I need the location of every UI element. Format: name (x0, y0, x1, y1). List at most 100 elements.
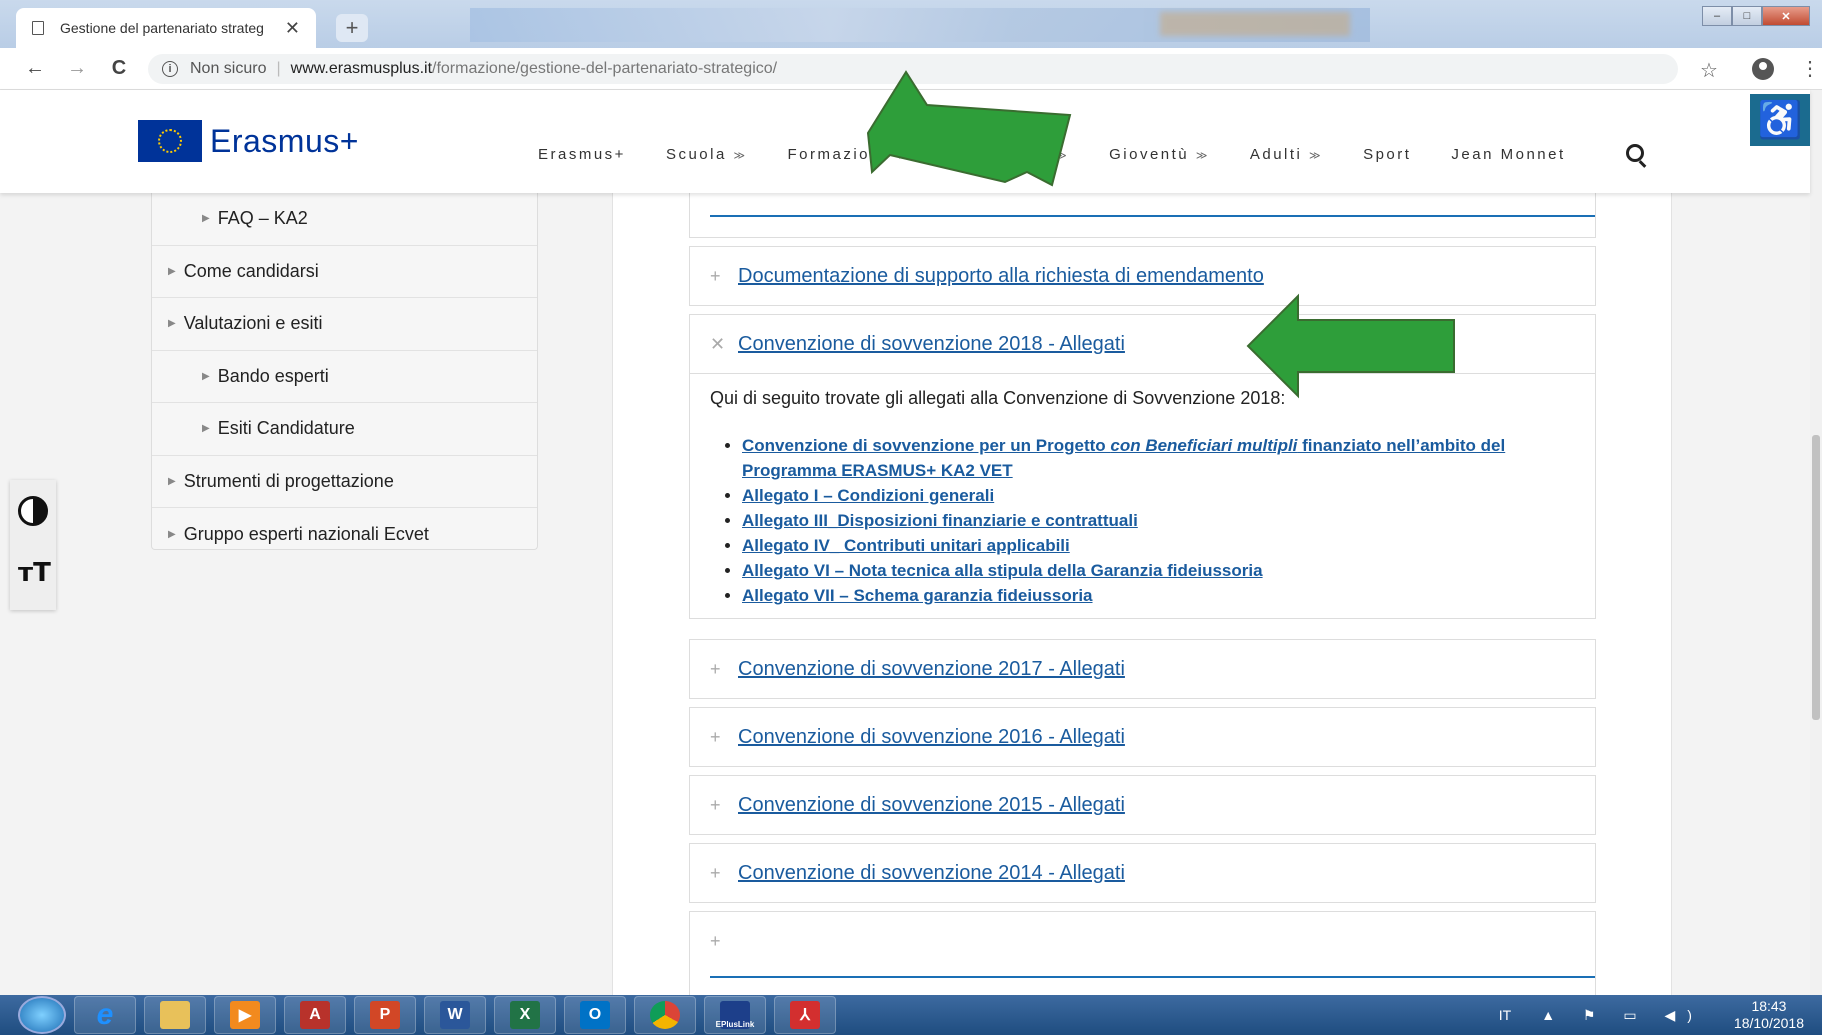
accordion-header[interactable]: + Convenzione di sovvenzione 2015 - Alle… (690, 776, 1595, 834)
ie-icon: e (96, 998, 114, 1031)
nav-item-sport[interactable]: Sport (1363, 146, 1411, 163)
attachment-link[interactable]: Allegato VII – Schema garanzia fideiusso… (742, 583, 1575, 608)
accordion-item[interactable]: + Convenzione di sovvenzione 2014 - Alle… (689, 843, 1596, 903)
scrollbar-thumb[interactable] (1812, 435, 1820, 720)
sidebar-item-strumenti[interactable]: ▶ Strumenti di progettazione (152, 456, 537, 508)
nav-item-universita[interactable]: Uni ≫ (952, 146, 1069, 163)
attachment-link[interactable]: Allegato VI – Nota tecnica alla stipula … (742, 558, 1575, 583)
background-window-titlebar (470, 8, 1370, 42)
sidebar-item-label: Esiti Candidature (217, 418, 355, 439)
plus-icon: + (710, 658, 721, 679)
plus-icon: + (710, 930, 721, 951)
accordion-title[interactable]: Convenzione di sovvenzione 2015 - Allega… (738, 794, 1125, 817)
erasmus-logo[interactable]: Erasmus+ (138, 120, 359, 162)
epluslink-icon: EPlusLink (716, 1001, 754, 1029)
attachments-list: Convenzione di sovvenzione per un Proget… (710, 433, 1575, 608)
nav-label: Uni (952, 146, 983, 163)
nav-item-jean-monnet[interactable]: Jean Monnet (1451, 146, 1565, 163)
accordion-item[interactable]: + Documentazione di supporto alla richie… (689, 246, 1596, 306)
caret-right-icon: ▶ (202, 423, 210, 435)
accordion-item[interactable]: + Convenzione di sovvenzione 2017 - Alle… (689, 639, 1596, 699)
nav-item-erasmus[interactable]: Erasmus+ (538, 146, 626, 163)
browser-tab[interactable]: Gestione del partenariato strateg ✕ (16, 8, 316, 48)
page-scrollbar[interactable] (1810, 90, 1822, 995)
attachment-link[interactable]: Convenzione di sovvenzione per un Proget… (742, 433, 1575, 483)
chevron-down-icon: ≫ (1195, 150, 1210, 162)
tray-icons[interactable]: ▲ ⚑ ▭ ◀) (1541, 1007, 1704, 1024)
info-icon[interactable]: i (162, 61, 178, 77)
sidebar-item-valutazioni[interactable]: ▶ Valutazioni e esiti (152, 298, 537, 351)
sidebar-menu: ▶ FAQ – KA2 ▶ Come candidarsi ▶ Valutazioni… (151, 193, 538, 550)
accordion-header[interactable]: + (690, 912, 1595, 970)
accordion-header[interactable]: + Convenzione di sovvenzione 2016 - Alle… (690, 708, 1595, 766)
taskbar-outlook[interactable]: O (564, 996, 626, 1034)
site-header: Erasmus+ Erasmus+ Scuola ≫ Formazione ≫ … (0, 90, 1810, 193)
taskbar-access[interactable]: A (284, 996, 346, 1034)
attachment-link[interactable]: Allegato IV_ Contributi unitari applicab… (742, 533, 1575, 558)
sidebar-item-faq-ka2[interactable]: ▶ FAQ – KA2 (152, 193, 537, 246)
address-bar[interactable]: i Non sicuro | www.erasmusplus.it/formaz… (148, 54, 1678, 84)
nav-item-gioventu[interactable]: Gioventù ≫ (1109, 146, 1210, 163)
taskbar-excel[interactable]: X (494, 996, 556, 1034)
accordion-title[interactable]: Documentazione di supporto alla richiest… (738, 265, 1264, 288)
browser-menu-icon[interactable]: ⋮ (1800, 56, 1820, 81)
taskbar-explorer[interactable] (144, 996, 206, 1034)
plus-icon: + (710, 265, 721, 286)
taskbar-media[interactable]: ▶ (214, 996, 276, 1034)
language-indicator[interactable]: IT (1499, 1007, 1511, 1023)
tab-close-icon[interactable]: ✕ (285, 18, 300, 39)
eu-stars (158, 129, 182, 153)
bookmark-star-icon[interactable]: ☆ (1700, 58, 1718, 83)
text-size-icon[interactable]: тT (18, 558, 51, 588)
taskbar-word[interactable]: W (424, 996, 486, 1034)
accordion-header[interactable]: + Convenzione di sovvenzione 2017 - Alle… (690, 640, 1595, 698)
accordion-header[interactable]: + Documentazione di supporto alla richie… (690, 247, 1595, 305)
accordion-item[interactable]: + Convenzione di sovvenzione 2016 - Alle… (689, 707, 1596, 767)
accordion-item-next[interactable]: + (689, 911, 1596, 995)
sidebar-item-ecvet[interactable]: ▶ Gruppo esperti nazionali Ecvet (152, 508, 537, 561)
accordion-title[interactable]: Convenzione di sovvenzione 2014 - Allega… (738, 862, 1125, 885)
accordion-item[interactable]: + Convenzione di sovvenzione 2015 - Alle… (689, 775, 1596, 835)
sidebar-item-esiti-candidature[interactable]: ▶ Esiti Candidature (152, 403, 537, 456)
accordion-item-expanded[interactable]: ✕ Convenzione di sovvenzione 2018 - Alle… (689, 314, 1596, 619)
nav-item-adulti[interactable]: Adulti ≫ (1250, 146, 1323, 163)
taskbar-acrobat[interactable]: ⅄ (774, 996, 836, 1034)
taskbar-powerpoint[interactable]: P (354, 996, 416, 1034)
minimize-button[interactable]: – (1702, 6, 1732, 26)
start-button[interactable] (18, 996, 66, 1034)
reload-button[interactable]: C (102, 57, 136, 80)
taskbar-chrome[interactable] (634, 996, 696, 1034)
search-icon[interactable] (1626, 144, 1644, 162)
browser-toolbar: ← → C i Non sicuro | www.erasmusplus.it /… (0, 48, 1822, 90)
access-icon: A (300, 1001, 330, 1029)
caret-right-icon: ▶ (202, 213, 210, 225)
clock[interactable]: 18:43 18/10/2018 (1734, 998, 1804, 1032)
restore-button[interactable]: □ (1732, 6, 1762, 26)
accordion-title[interactable]: Convenzione di sovvenzione 2016 - Allega… (738, 726, 1125, 749)
contrast-icon[interactable] (18, 496, 48, 526)
nav-item-formazione[interactable]: Formazione ≫ (788, 146, 913, 163)
nav-label: Scuola (665, 146, 727, 163)
close-icon[interactable]: ✕ (710, 334, 726, 355)
accordion-header[interactable]: ✕ Convenzione di sovvenzione 2018 - Alle… (690, 315, 1595, 373)
nav-item-scuola[interactable]: Scuola ≫ (666, 146, 748, 163)
sidebar-item-bando-esperti[interactable]: ▶ Bando esperti (152, 351, 537, 403)
taskbar-epluslink[interactable]: EPlusLink (704, 996, 766, 1034)
accordion-title[interactable]: Convenzione di sovvenzione 2018 - Allega… (738, 333, 1125, 356)
page-background-right (1672, 193, 1810, 995)
profile-icon[interactable] (1752, 58, 1774, 80)
back-button[interactable]: ← (18, 57, 52, 80)
taskbar-ie[interactable]: e (74, 996, 136, 1034)
url-host: www.erasmusplus.it (290, 60, 433, 77)
sidebar-item-come-candidarsi[interactable]: ▶ Come candidarsi (152, 246, 537, 298)
accessibility-icon[interactable]: ♿ (1750, 94, 1810, 146)
sidebar-item-label: Come candidarsi (183, 260, 319, 281)
attachment-link[interactable]: Allegato III_Disposizioni finanziarie e … (742, 508, 1575, 533)
attachment-link[interactable]: Allegato I – Condizioni generali (742, 483, 1575, 508)
folder-icon (160, 1001, 190, 1029)
new-tab-button[interactable]: + (336, 14, 368, 42)
accordion-title[interactable]: Convenzione di sovvenzione 2017 - Allega… (738, 658, 1125, 681)
accordion-header[interactable]: + Convenzione di sovvenzione 2014 - Alle… (690, 844, 1595, 902)
close-window-button[interactable]: ✕ (1762, 6, 1810, 26)
forward-button[interactable]: → (60, 57, 94, 80)
